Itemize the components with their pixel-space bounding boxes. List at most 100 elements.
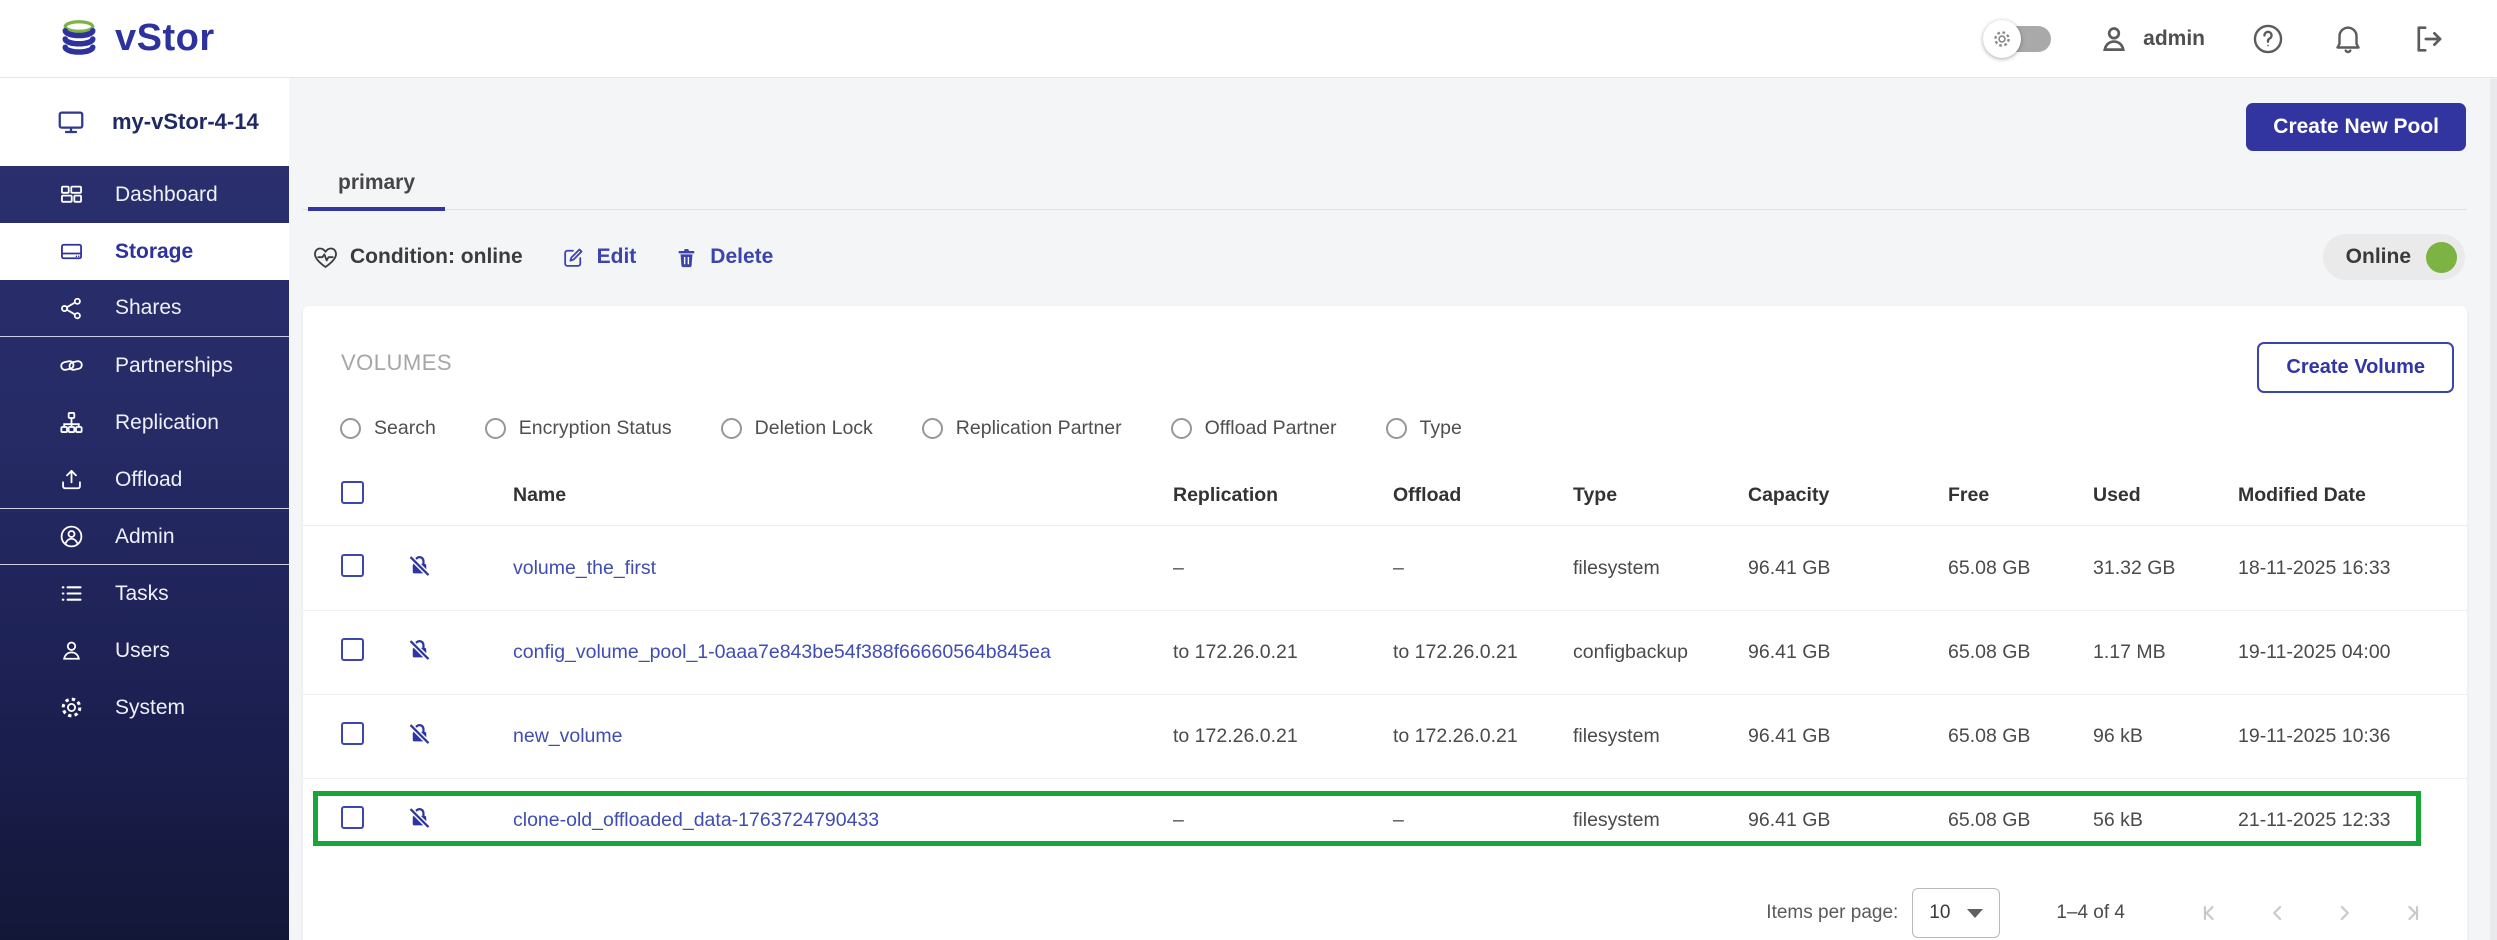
theme-toggle[interactable] (1989, 26, 2051, 52)
sidebar-item-system[interactable]: System (0, 679, 289, 736)
table-pagination: Items per page: 10 1–4 of 4 (303, 888, 2467, 938)
sidebar-item-label: Users (115, 639, 170, 663)
sidebar-item-tasks[interactable]: Tasks (0, 565, 289, 622)
cell-free: 65.08 GB (1948, 725, 2093, 748)
user-name: admin (2143, 27, 2205, 51)
storage-icon (58, 238, 85, 265)
sidebar-item-label: System (115, 696, 185, 720)
filter-label: Replication Partner (956, 417, 1122, 440)
sidebar-item-offload[interactable]: Offload (0, 451, 289, 508)
col-name: Name (513, 484, 1173, 507)
filter-label: Search (374, 417, 436, 440)
sidebar-item-label: Replication (115, 411, 219, 435)
items-per-page-select[interactable]: 10 (1912, 888, 2000, 938)
cell-modified-date: 18-11-2025 16:33 (2238, 557, 2467, 580)
radio-icon[interactable] (485, 418, 506, 439)
user-menu[interactable]: admin (2097, 22, 2205, 56)
next-page-icon[interactable] (2331, 900, 2357, 926)
offload-icon (58, 466, 85, 493)
volume-name-link[interactable]: config_volume_pool_1-0aaa7e843be54f388f6… (513, 641, 1051, 663)
volume-name-link[interactable]: volume_the_first (513, 557, 656, 579)
edit-pool-button[interactable]: Edit (561, 245, 637, 270)
cell-modified-date: 19-11-2025 10:36 (2238, 725, 2467, 748)
pagination-range-label: 1–4 of 4 (2056, 902, 2125, 924)
help-icon[interactable] (2251, 22, 2285, 56)
table-row: volume_the_first – – filesystem 96.41 GB… (303, 526, 2467, 610)
dashboard-icon (58, 181, 85, 208)
filter-search[interactable]: Search (340, 417, 436, 440)
cell-replication: to 172.26.0.21 (1173, 725, 1393, 748)
tab-primary[interactable]: primary (308, 171, 445, 211)
volume-name-link[interactable]: new_volume (513, 725, 622, 747)
cell-offload: – (1393, 809, 1573, 832)
cell-capacity: 96.41 GB (1748, 557, 1948, 580)
sidebar-item-label: Tasks (115, 582, 169, 606)
sidebar-item-label: Offload (115, 468, 182, 492)
sidebar-item-shares[interactable]: Shares (0, 280, 289, 337)
deletion-lock-off-icon (406, 636, 433, 663)
shares-icon (58, 295, 85, 322)
sidebar-item-partnerships[interactable]: Partnerships (0, 337, 289, 394)
radio-icon[interactable] (1171, 418, 1192, 439)
cell-modified-date: 21-11-2025 12:33 (2238, 809, 2467, 832)
filter-encryption-status[interactable]: Encryption Status (485, 417, 672, 440)
table-row: new_volume to 172.26.0.21 to 172.26.0.21… (303, 694, 2467, 778)
row-checkbox[interactable] (341, 722, 364, 745)
filter-type[interactable]: Type (1386, 417, 1462, 440)
notifications-bell-icon[interactable] (2331, 22, 2365, 56)
first-page-icon[interactable] (2199, 900, 2225, 926)
users-icon (58, 637, 85, 664)
col-used: Used (2093, 484, 2238, 507)
cell-replication: – (1173, 557, 1393, 580)
sidebar-item-admin[interactable]: Admin (0, 508, 289, 565)
last-page-icon[interactable] (2397, 900, 2423, 926)
col-capacity: Capacity (1748, 484, 1948, 507)
edit-pencil-icon (561, 245, 586, 270)
filter-offload-partner[interactable]: Offload Partner (1171, 417, 1337, 440)
radio-icon[interactable] (922, 418, 943, 439)
cell-type: configbackup (1573, 641, 1748, 664)
filter-deletion-lock[interactable]: Deletion Lock (721, 417, 873, 440)
sidebar-item-label: Storage (115, 240, 193, 264)
items-per-page-label: Items per page: (1766, 902, 1898, 924)
volume-name-link[interactable]: clone-old_offloaded_data-1763724790433 (513, 809, 879, 831)
radio-icon[interactable] (340, 418, 361, 439)
monitor-icon (56, 107, 86, 137)
partnerships-icon (58, 352, 85, 379)
select-all-checkbox[interactable] (341, 481, 364, 504)
cell-type: filesystem (1573, 809, 1748, 832)
previous-page-icon[interactable] (2265, 900, 2291, 926)
table-row: config_volume_pool_1-0aaa7e843be54f388f6… (303, 610, 2467, 694)
deletion-lock-off-icon (406, 720, 433, 747)
logout-icon[interactable] (2411, 22, 2445, 56)
health-heart-icon (312, 244, 339, 271)
volumes-card: VOLUMES Create Volume Search Encryption … (303, 306, 2467, 940)
cell-capacity: 96.41 GB (1748, 641, 1948, 664)
tasks-icon (58, 580, 85, 607)
sidebar-item-storage[interactable]: Storage (0, 223, 289, 280)
row-checkbox[interactable] (341, 806, 364, 829)
col-replication: Replication (1173, 484, 1393, 507)
system-gear-icon (58, 694, 85, 721)
volumes-card-header: VOLUMES Create Volume (303, 306, 2467, 393)
scrollbar-track[interactable] (2490, 79, 2497, 940)
col-offload: Offload (1393, 484, 1573, 507)
pool-status-badge: Online (2323, 234, 2465, 280)
filter-replication-partner[interactable]: Replication Partner (922, 417, 1122, 440)
items-per-page-value: 10 (1929, 902, 1950, 924)
volumes-title: VOLUMES (341, 342, 452, 376)
sidebar-item-users[interactable]: Users (0, 622, 289, 679)
sidebar-item-dashboard[interactable]: Dashboard (0, 166, 289, 223)
row-checkbox[interactable] (341, 638, 364, 661)
radio-icon[interactable] (1386, 418, 1407, 439)
delete-pool-button[interactable]: Delete (674, 245, 773, 270)
sidebar-item-replication[interactable]: Replication (0, 394, 289, 451)
sidebar-system-name[interactable]: my-vStor-4-14 (0, 78, 289, 166)
create-volume-button[interactable]: Create Volume (2257, 342, 2454, 393)
cell-modified-date: 19-11-2025 04:00 (2238, 641, 2467, 664)
radio-icon[interactable] (721, 418, 742, 439)
col-type: Type (1573, 484, 1748, 507)
volumes-table: Name Replication Offload Type Capacity F… (303, 466, 2467, 862)
row-checkbox[interactable] (341, 554, 364, 577)
create-new-pool-button[interactable]: Create New Pool (2246, 103, 2466, 151)
